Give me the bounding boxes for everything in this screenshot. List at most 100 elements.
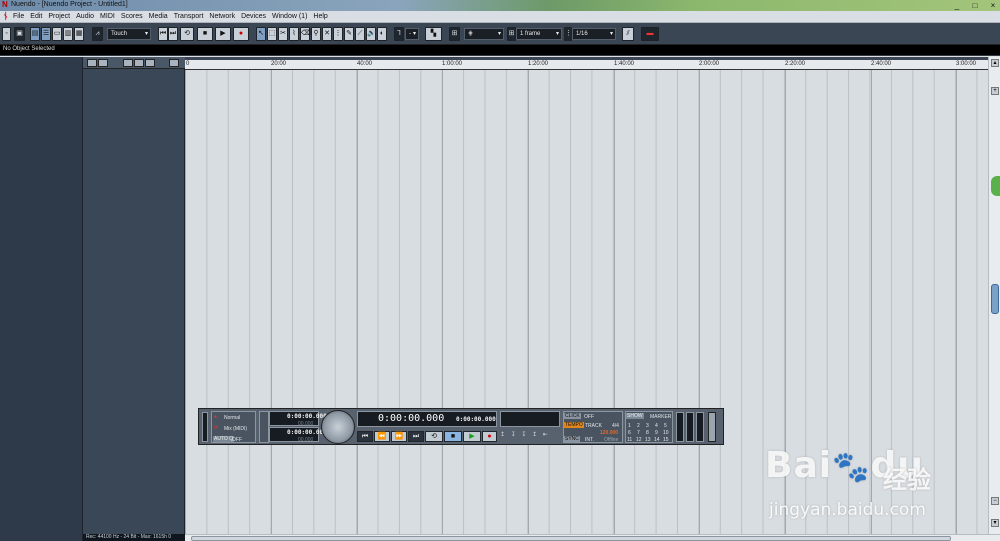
output-volume-fader[interactable] xyxy=(708,412,716,442)
time-warp-tool-icon[interactable]: ⋮ xyxy=(333,27,343,41)
play-button[interactable]: ▶ xyxy=(215,27,231,41)
color-select-button[interactable]: ▚ xyxy=(425,27,442,41)
jog-shuttle-wheel[interactable] xyxy=(321,410,355,444)
mixer-button[interactable]: ▦ xyxy=(74,27,84,41)
menu-file[interactable]: File xyxy=(13,13,24,20)
play-tool-icon[interactable]: 🔊 xyxy=(366,27,376,41)
menu-edit[interactable]: Edit xyxy=(30,13,42,20)
quantize-settings-icon[interactable]: ⫽ xyxy=(622,27,634,41)
auto-quantize-label[interactable]: AUTO Q xyxy=(213,436,235,442)
minimize-button[interactable]: _ xyxy=(952,1,962,10)
record-mode-value[interactable]: Normal xyxy=(224,415,240,421)
color-tool-icon[interactable]: ◐ xyxy=(377,27,387,41)
ruler-locator-strip[interactable] xyxy=(185,57,988,60)
nudge-dropdown[interactable]: - ▾ xyxy=(405,28,419,40)
tp-go-start-icon[interactable]: ⏮ xyxy=(357,431,373,442)
zoom-out-icon[interactable]: − xyxy=(991,497,999,505)
marker-button[interactable]: 14 xyxy=(654,437,660,443)
mute-all-icon[interactable] xyxy=(123,59,133,67)
menu-media[interactable]: Media xyxy=(149,13,168,20)
pool-button[interactable]: ▥ xyxy=(63,27,73,41)
tp-record-icon[interactable]: ● xyxy=(482,431,497,442)
marker-button[interactable]: 7 xyxy=(637,430,640,436)
menu-midi[interactable]: MIDI xyxy=(100,13,115,20)
vertical-scroll-thumb[interactable] xyxy=(991,284,999,314)
add-track-icon[interactable] xyxy=(87,59,97,67)
solo-all-icon[interactable] xyxy=(134,59,144,67)
marker-button[interactable]: 15 xyxy=(663,437,669,443)
menu-window[interactable]: Window (1) xyxy=(272,13,307,20)
main-time-display[interactable]: 0:00:00.000 0:00:00.000 xyxy=(357,411,497,427)
menu-audio[interactable]: Audio xyxy=(76,13,94,20)
marker-button[interactable]: 11 xyxy=(627,437,632,443)
tempo-toggle[interactable]: TEMPO xyxy=(564,422,584,428)
marker-display[interactable] xyxy=(500,411,560,427)
tp-forward-icon[interactable]: ⏩ xyxy=(391,431,407,442)
inspector-button[interactable]: ▤ xyxy=(30,27,40,41)
click-toggle[interactable]: CLICK xyxy=(564,413,581,419)
scroll-up-icon[interactable]: ▴ xyxy=(991,59,999,67)
show-markers-toggle[interactable]: SHOW xyxy=(626,413,644,419)
marker-button[interactable]: 3 xyxy=(646,423,649,429)
marker-button[interactable]: 8 xyxy=(646,430,649,436)
cycle-button[interactable]: ⟲ xyxy=(180,27,194,41)
marker-button[interactable]: 1 xyxy=(628,423,631,429)
zoom-tool-icon[interactable]: ⚲ xyxy=(311,27,321,41)
marker-button[interactable]: 10 xyxy=(663,430,669,436)
read-all-icon[interactable] xyxy=(145,59,155,67)
line-tool-icon[interactable]: ⟋ xyxy=(355,27,365,41)
snap-toggle-icon[interactable]: ⊞ xyxy=(449,27,460,41)
tp-go-end-icon[interactable]: ⏭ xyxy=(408,431,424,442)
automation-icon[interactable]: ⩘ xyxy=(92,27,103,41)
menu-devices[interactable]: Devices xyxy=(241,13,266,20)
punch-buttons[interactable]: ↥ ↧ ↧ ↥ ⇤ xyxy=(500,431,560,442)
horizontal-scroll-thumb[interactable] xyxy=(191,536,951,541)
track-settings-icon[interactable] xyxy=(98,59,108,67)
marker-button[interactable]: 2 xyxy=(637,423,640,429)
constrain-delay-button[interactable]: ▣ xyxy=(14,27,25,41)
activate-project-button[interactable]: ◦ xyxy=(2,27,11,41)
side-expand-tab[interactable] xyxy=(991,176,1000,196)
menu-network[interactable]: Network xyxy=(209,13,235,20)
sync-toggle[interactable]: SYNC xyxy=(564,436,580,442)
object-selection-tool-icon[interactable]: ↖ xyxy=(256,27,266,41)
erase-tool-icon[interactable]: ⌫ xyxy=(300,27,311,41)
grid-type-dropdown[interactable]: 1 frame ▾ xyxy=(516,28,562,40)
left-locator-display[interactable]: 0:00:00.000 00.000 xyxy=(269,411,327,427)
go-to-start-button[interactable]: ⏮ xyxy=(158,27,168,41)
marker-button[interactable]: 12 xyxy=(636,437,642,443)
stop-button[interactable]: ■ xyxy=(197,27,213,41)
close-button[interactable]: × xyxy=(988,1,998,10)
vertical-scrollbar[interactable]: ▴ + − ▾ xyxy=(988,57,1000,534)
tp-rewind-icon[interactable]: ⏪ xyxy=(374,431,390,442)
transport-panel[interactable]: ● Normal ⟳ Mix (MIDI) AUTO Q OFF 0:00:00… xyxy=(198,408,724,445)
right-locator-display[interactable]: 0:00:00.000 00.000 xyxy=(269,427,327,443)
marker-button[interactable]: 9 xyxy=(655,430,658,436)
tp-play-icon[interactable]: ▶ xyxy=(463,431,481,442)
record-button[interactable]: ● xyxy=(233,27,249,41)
menu-project[interactable]: Project xyxy=(48,13,70,20)
go-to-end-button[interactable]: ⏭ xyxy=(168,27,178,41)
snap-type-dropdown[interactable]: ⋕ ▾ xyxy=(464,28,504,40)
overview-button[interactable]: ▭ xyxy=(52,27,62,41)
track-filter-icon[interactable] xyxy=(169,59,179,67)
menu-transport[interactable]: Transport xyxy=(174,13,204,20)
marker-button[interactable]: 5 xyxy=(664,423,667,429)
menu-scores[interactable]: Scores xyxy=(121,13,143,20)
marker-button[interactable]: 4 xyxy=(655,423,658,429)
draw-tool-icon[interactable]: ✎ xyxy=(344,27,354,41)
split-tool-icon[interactable]: ✂ xyxy=(278,27,288,41)
scroll-down-icon[interactable]: ▾ xyxy=(991,519,999,527)
menu-help[interactable]: Help xyxy=(313,13,327,20)
quantize-dropdown[interactable]: 1/16 ▾ xyxy=(572,28,616,40)
maximize-button[interactable]: □ xyxy=(970,1,980,10)
nudge-icon[interactable]: ⅂ xyxy=(394,27,404,41)
color-palette-icon[interactable]: ▬ xyxy=(641,27,659,41)
cycle-mode-value[interactable]: Mix (MIDI) xyxy=(224,426,247,432)
zoom-in-icon[interactable]: + xyxy=(991,87,999,95)
automation-mode-dropdown[interactable]: Touch ▾ xyxy=(107,28,151,40)
marker-button[interactable]: 6 xyxy=(628,430,631,436)
range-selection-tool-icon[interactable]: ⬚ xyxy=(267,27,277,41)
horizontal-scrollbar[interactable] xyxy=(185,534,1000,541)
glue-tool-icon[interactable]: ⌇ xyxy=(289,27,299,41)
